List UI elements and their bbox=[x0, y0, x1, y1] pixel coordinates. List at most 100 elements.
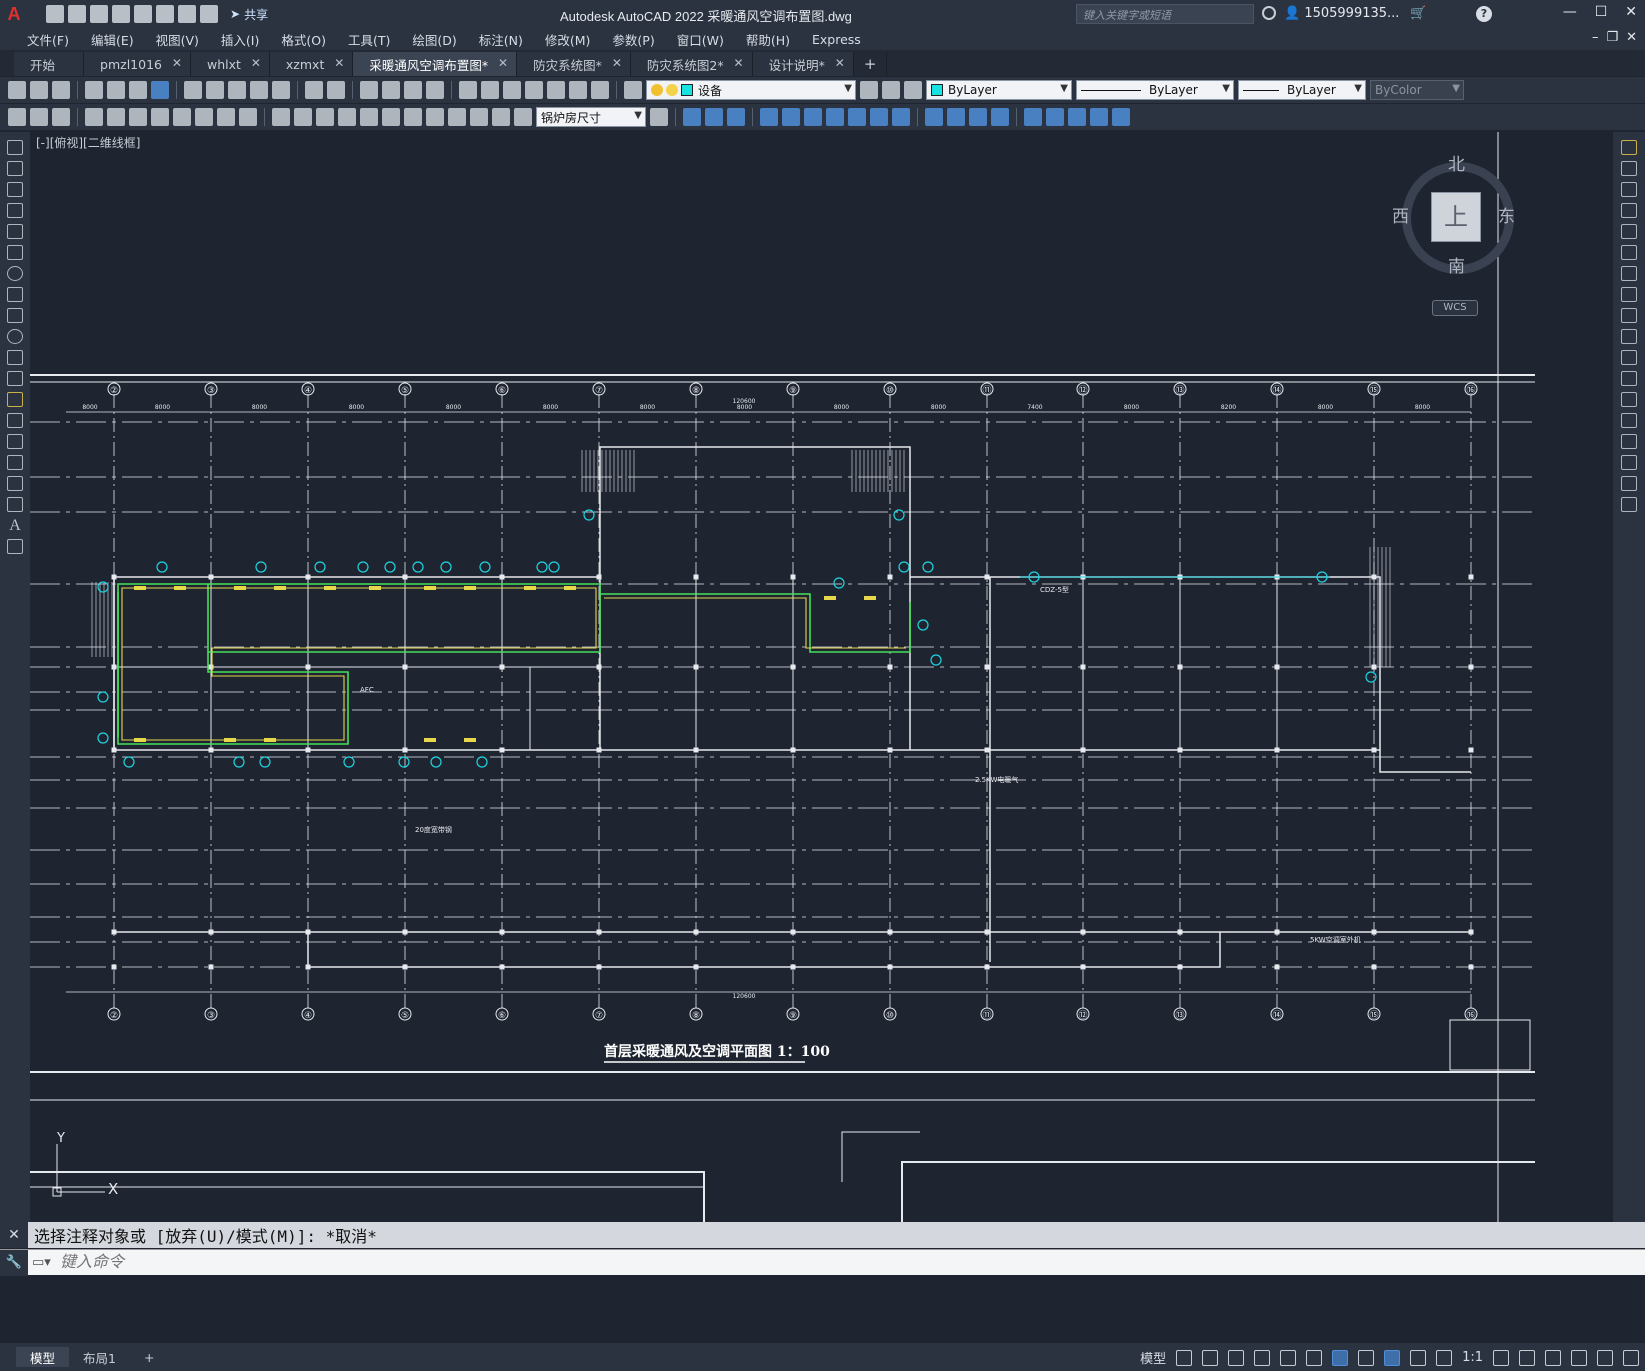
dim-text-edit-icon[interactable] bbox=[492, 108, 510, 126]
ucs-icon[interactable] bbox=[892, 108, 910, 126]
isodraft-icon[interactable] bbox=[1280, 1349, 1297, 1366]
offset-icon[interactable] bbox=[1621, 203, 1637, 218]
markup-icon[interactable] bbox=[547, 81, 565, 99]
quickcalc-icon[interactable] bbox=[569, 81, 587, 99]
object-snap-icon[interactable] bbox=[1332, 1349, 1349, 1366]
doc-minimize-icon[interactable]: – bbox=[1592, 30, 1599, 45]
solid-edit-icon[interactable] bbox=[1046, 108, 1064, 126]
jogged-dim-icon[interactable] bbox=[195, 108, 213, 126]
solid-edit-icon[interactable] bbox=[1024, 108, 1042, 126]
view-icon[interactable] bbox=[727, 108, 745, 126]
doc-restore-icon[interactable]: ❐ bbox=[1606, 30, 1618, 45]
cut-icon[interactable] bbox=[184, 81, 202, 99]
compass-south[interactable]: 南 bbox=[1448, 252, 1465, 277]
close-tab-icon[interactable]: ✕ bbox=[251, 56, 261, 70]
menu-tools[interactable]: 工具(T) bbox=[337, 30, 401, 49]
menu-window[interactable]: 窗口(W) bbox=[666, 30, 735, 49]
polygon-icon[interactable] bbox=[7, 203, 23, 218]
viewcube[interactable]: 上 北 南 东 西 WCS bbox=[1392, 146, 1518, 316]
center-mark-icon[interactable] bbox=[404, 108, 422, 126]
match-properties-icon[interactable] bbox=[250, 81, 268, 99]
polar-icon[interactable] bbox=[1254, 1349, 1271, 1366]
close-tab-icon[interactable]: ✕ bbox=[612, 56, 622, 70]
tab-fire-system[interactable]: 防灾系统图* ✕ bbox=[517, 52, 631, 76]
linetype-dropdown[interactable]: ByLayer ▼ bbox=[1076, 80, 1234, 100]
extend-icon[interactable] bbox=[1621, 350, 1637, 365]
search-icon[interactable] bbox=[1262, 6, 1276, 20]
new-icon[interactable] bbox=[46, 5, 64, 23]
clean-screen-icon[interactable] bbox=[1597, 1349, 1613, 1366]
share-button[interactable]: ➤ 共享 bbox=[230, 6, 268, 23]
polyline-icon[interactable] bbox=[7, 182, 23, 197]
scale-icon[interactable] bbox=[1621, 287, 1637, 302]
paste-icon[interactable] bbox=[228, 81, 246, 99]
tab-xzmxt[interactable]: xzmxt ✕ bbox=[269, 52, 354, 76]
gradient-icon[interactable] bbox=[7, 455, 23, 470]
blend-curves-icon[interactable] bbox=[1621, 476, 1637, 491]
add-layout-button[interactable]: + bbox=[130, 1347, 168, 1367]
autocad-logo-icon[interactable]: A bbox=[0, 0, 28, 28]
zoom-previous-icon[interactable] bbox=[426, 81, 444, 99]
tab-design-notes[interactable]: 设计说明* ✕ bbox=[752, 52, 854, 76]
linear-dim-icon[interactable] bbox=[85, 108, 103, 126]
zoom-realtime-icon[interactable] bbox=[382, 81, 400, 99]
tab-start[interactable]: 开始 bbox=[14, 52, 85, 76]
annotation-monitor-icon[interactable] bbox=[1519, 1349, 1535, 1366]
ucs-icon[interactable] bbox=[760, 108, 778, 126]
ellipse-icon[interactable] bbox=[7, 329, 23, 344]
lineweight-icon[interactable] bbox=[1358, 1349, 1375, 1366]
ucs-icon[interactable] bbox=[804, 108, 822, 126]
close-tab-icon[interactable]: ✕ bbox=[498, 56, 508, 70]
redo-icon[interactable] bbox=[327, 81, 345, 99]
erase-icon[interactable] bbox=[1621, 140, 1637, 155]
break-at-point-icon[interactable] bbox=[1621, 371, 1637, 386]
command-input[interactable] bbox=[50, 1251, 950, 1274]
solid-icon[interactable] bbox=[991, 108, 1009, 126]
tab-fire-system-2[interactable]: 防灾系统图2* ✕ bbox=[630, 52, 753, 76]
new-tab-button[interactable]: + bbox=[854, 52, 888, 76]
point-icon[interactable] bbox=[7, 413, 23, 428]
tool-icon[interactable] bbox=[52, 108, 70, 126]
ucs-icon[interactable] bbox=[848, 108, 866, 126]
view-icon[interactable] bbox=[705, 108, 723, 126]
dim-edit-icon[interactable] bbox=[470, 108, 488, 126]
solid-icon[interactable] bbox=[947, 108, 965, 126]
color-dropdown[interactable]: ByLayer ▼ bbox=[926, 80, 1072, 100]
auto-scale-icon[interactable] bbox=[1410, 1349, 1427, 1366]
explode-icon[interactable] bbox=[1621, 497, 1637, 512]
layer-previous-icon[interactable] bbox=[882, 81, 900, 99]
zoom-window-icon[interactable] bbox=[404, 81, 422, 99]
plot-preview-icon[interactable] bbox=[107, 81, 125, 99]
break-icon[interactable] bbox=[1621, 392, 1637, 407]
menu-express[interactable]: Express bbox=[801, 32, 872, 47]
new-icon[interactable] bbox=[8, 81, 26, 99]
table-icon[interactable] bbox=[7, 497, 23, 512]
close-command-icon[interactable]: ✕ bbox=[0, 1222, 28, 1248]
snap-icon[interactable] bbox=[1202, 1349, 1219, 1366]
menu-dimension[interactable]: 标注(N) bbox=[468, 30, 534, 49]
annotation-scale-value[interactable]: 1:1 bbox=[1462, 1350, 1483, 1365]
viewcube-top-face[interactable]: 上 bbox=[1431, 192, 1481, 242]
jogged-linear-icon[interactable] bbox=[448, 108, 466, 126]
solid-edit-icon[interactable] bbox=[1090, 108, 1108, 126]
dim-update-icon[interactable] bbox=[514, 108, 532, 126]
line-icon[interactable] bbox=[7, 140, 23, 155]
chamfer-icon[interactable] bbox=[1621, 434, 1637, 449]
units-icon[interactable] bbox=[1545, 1349, 1561, 1366]
grid-icon[interactable] bbox=[1176, 1349, 1193, 1366]
tool-icon[interactable] bbox=[30, 108, 48, 126]
ortho-icon[interactable] bbox=[1228, 1349, 1245, 1366]
redo-icon[interactable] bbox=[200, 5, 218, 23]
minimize-icon[interactable]: — bbox=[1563, 4, 1577, 20]
wcs-menu[interactable]: WCS bbox=[1432, 300, 1478, 316]
dim-break-icon[interactable] bbox=[360, 108, 378, 126]
revision-cloud-icon[interactable] bbox=[7, 287, 23, 302]
save-icon[interactable] bbox=[52, 81, 70, 99]
close-tab-icon[interactable]: ✕ bbox=[835, 56, 845, 70]
ellipse-arc-icon[interactable] bbox=[7, 350, 23, 365]
join-icon[interactable] bbox=[1621, 413, 1637, 428]
close-icon[interactable]: ✕ bbox=[1625, 4, 1637, 20]
pan-icon[interactable] bbox=[360, 81, 378, 99]
menu-help[interactable]: 帮助(H) bbox=[735, 30, 801, 49]
web-mobile-icon[interactable] bbox=[134, 5, 152, 23]
